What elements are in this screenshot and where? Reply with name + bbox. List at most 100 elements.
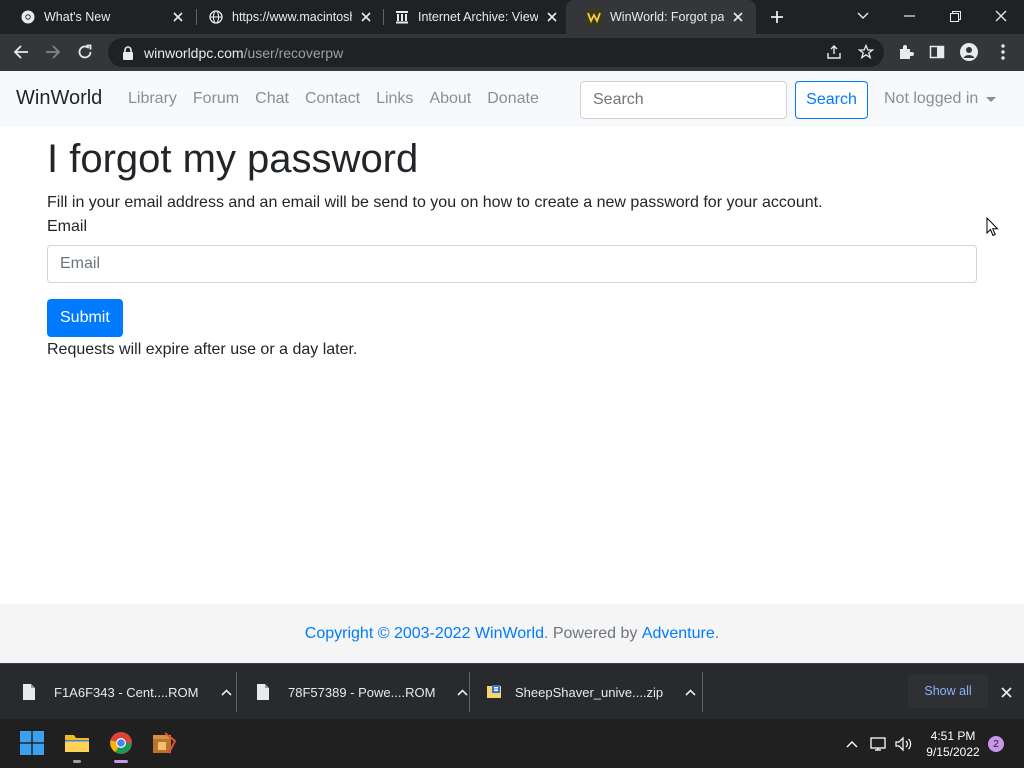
tab-winworld[interactable]: WinWorld: Forgot pass (566, 0, 756, 34)
browser-toolbar: winworldpc.com/user/recoverpw (0, 34, 1024, 71)
share-button[interactable] (819, 37, 849, 67)
close-icon (995, 10, 1007, 22)
chrome-menu-button[interactable] (988, 37, 1018, 67)
show-all-downloads-button[interactable]: Show all (908, 674, 988, 708)
download-filename: F1A6F343 - Cent....ROM (54, 684, 199, 700)
minimize-button[interactable] (886, 0, 932, 32)
reload-icon (78, 44, 92, 59)
file-icon (257, 684, 269, 700)
nav-forum[interactable]: Forum (193, 90, 239, 108)
close-tab-icon[interactable] (730, 9, 746, 25)
globe-icon (208, 9, 224, 25)
taskbar-chrome[interactable] (105, 727, 137, 763)
footer-period: . (714, 624, 720, 642)
nav-about[interactable]: About (429, 90, 471, 108)
restore-icon (949, 10, 961, 22)
nav-chat[interactable]: Chat (255, 90, 289, 108)
nav-donate[interactable]: Donate (487, 90, 539, 108)
tray-volume[interactable] (893, 733, 915, 755)
chevron-up-icon (846, 741, 858, 748)
download-item[interactable]: SheepShaver_unive....zip (486, 664, 696, 720)
tab-macintosh[interactable]: https://www.macintosh (188, 0, 384, 34)
close-downloads-button[interactable] (994, 680, 1018, 704)
web-page: WinWorld Library Forum Chat Contact Link… (0, 71, 1024, 663)
running-indicator (114, 760, 128, 763)
site-search-input[interactable] (580, 81, 787, 119)
nav-contact[interactable]: Contact (305, 90, 360, 108)
site-search-button[interactable]: Search (795, 81, 868, 119)
forward-button[interactable] (38, 37, 68, 67)
plus-icon (771, 11, 783, 23)
site-brand[interactable]: WinWorld (16, 87, 102, 110)
email-label: Email (47, 218, 88, 235)
download-filename: 78F57389 - Powe....ROM (288, 684, 436, 700)
tab-title: WinWorld: Forgot pass (610, 10, 724, 24)
submit-button[interactable]: Submit (47, 299, 123, 337)
tab-title: https://www.macintosh (232, 10, 352, 24)
address-bar[interactable]: winworldpc.com/user/recoverpw (108, 38, 884, 67)
email-field[interactable] (47, 245, 977, 283)
tab-internet-archive[interactable]: Internet Archive: View (374, 0, 570, 34)
windows-taskbar: 4:51 PM 9/15/2022 2 (0, 719, 1024, 768)
taskbar-file-explorer[interactable] (61, 727, 93, 763)
close-tab-icon[interactable] (358, 9, 374, 25)
restore-button[interactable] (932, 0, 978, 32)
tray-network[interactable] (868, 733, 890, 755)
windows-logo-icon (20, 731, 44, 755)
network-icon (870, 737, 886, 751)
nav-links[interactable]: Links (376, 90, 413, 108)
download-filename: SheepShaver_unive....zip (515, 684, 664, 700)
more-vertical-icon (1001, 44, 1005, 60)
system-clock[interactable]: 4:51 PM 9/15/2022 (920, 728, 986, 760)
file-icon (23, 684, 35, 700)
nav-library[interactable]: Library (128, 90, 177, 108)
profile-button[interactable] (954, 37, 984, 67)
new-tab-button[interactable] (766, 6, 788, 28)
bookmark-button[interactable] (851, 37, 881, 67)
chrome-icon (110, 732, 132, 754)
adventure-link[interactable]: Adventure (642, 625, 715, 643)
winworld-icon (586, 9, 602, 25)
caret-down-icon (986, 96, 997, 102)
taskbar-app-installer[interactable] (148, 727, 180, 759)
mouse-cursor-icon (986, 217, 999, 237)
download-item[interactable]: F1A6F343 - Cent....ROM (22, 664, 232, 720)
download-divider (702, 672, 703, 712)
clock-date: 9/15/2022 (926, 745, 980, 759)
running-indicator (73, 760, 81, 763)
notification-badge[interactable]: 2 (988, 736, 1004, 752)
page-title: I forgot my password (47, 137, 419, 181)
folder-icon (65, 735, 89, 752)
side-panel-icon (929, 45, 945, 59)
side-panel-button[interactable] (922, 37, 952, 67)
clock-time: 4:51 PM (930, 729, 976, 743)
tab-whats-new[interactable]: What's New (0, 0, 196, 34)
copyright-link[interactable]: Copyright © 2003-2022 WinWorld (305, 625, 544, 643)
url-text: winworldpc.com/user/recoverpw (144, 45, 343, 61)
tab-title: Internet Archive: View (418, 10, 538, 24)
site-navbar: WinWorld Library Forum Chat Contact Link… (0, 71, 1024, 127)
arrow-right-icon (46, 45, 61, 59)
user-dropdown[interactable]: Not logged in (884, 90, 997, 108)
main-content: I forgot my password Fill in your email … (47, 135, 977, 359)
extensions-button[interactable] (891, 37, 921, 67)
browser-tab-strip: What's New https://www.macintosh Interne… (0, 0, 1024, 34)
share-icon (827, 45, 841, 59)
speaker-icon (895, 736, 912, 752)
back-button[interactable] (6, 37, 36, 67)
lock-icon[interactable] (120, 45, 136, 61)
close-tab-icon[interactable] (544, 9, 560, 25)
tab-search-button[interactable] (840, 0, 886, 32)
tray-overflow-button[interactable] (841, 733, 863, 755)
url-path: /user/recoverpw (243, 44, 344, 61)
chevron-up-icon[interactable] (220, 688, 232, 696)
start-button[interactable] (16, 727, 48, 759)
close-icon (1000, 686, 1012, 698)
close-tab-icon[interactable] (170, 9, 186, 25)
chevron-up-icon[interactable] (685, 688, 696, 696)
nav-links: Library Forum Chat Contact Links About D… (128, 90, 555, 108)
chevron-up-icon[interactable] (457, 688, 468, 696)
reload-button[interactable] (70, 37, 100, 67)
close-window-button[interactable] (978, 0, 1024, 32)
download-item[interactable]: 78F57389 - Powe....ROM (256, 664, 468, 720)
